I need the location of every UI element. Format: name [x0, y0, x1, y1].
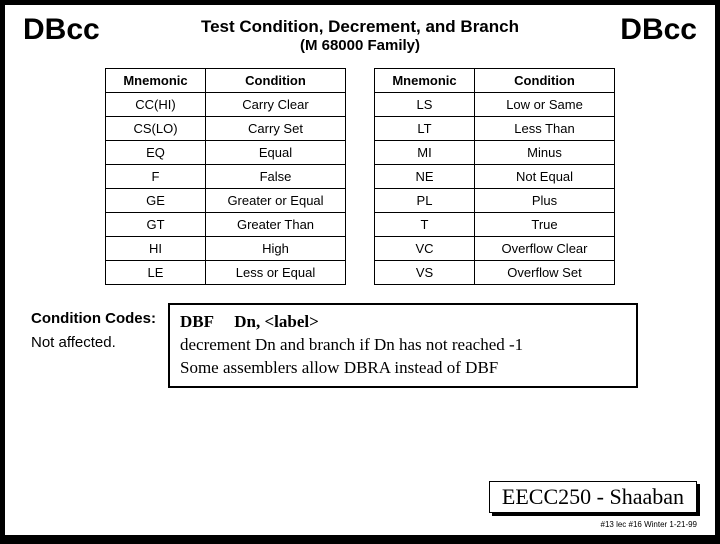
- cell-mnemonic: LE: [106, 261, 206, 285]
- mnemonic-left: DBcc: [23, 13, 100, 47]
- condition-table-left: Mnemonic Condition CC(HI)Carry Clear CS(…: [105, 68, 346, 285]
- cell-condition: Not Equal: [475, 165, 615, 189]
- table-header-row: Mnemonic Condition: [106, 69, 346, 93]
- cell-condition: False: [206, 165, 346, 189]
- cell-mnemonic: VC: [375, 237, 475, 261]
- cell-mnemonic: GT: [106, 213, 206, 237]
- cell-condition: Greater Than: [206, 213, 346, 237]
- table-row: MIMinus: [375, 141, 615, 165]
- table-row: TTrue: [375, 213, 615, 237]
- header-condition: Condition: [475, 69, 615, 93]
- cell-condition: Greater or Equal: [206, 189, 346, 213]
- footer-text: EECC250 - Shaaban: [502, 484, 684, 509]
- table-row: HIHigh: [106, 237, 346, 261]
- cell-mnemonic: F: [106, 165, 206, 189]
- cell-condition: Minus: [475, 141, 615, 165]
- table-row: LSLow or Same: [375, 93, 615, 117]
- cell-condition: Carry Clear: [206, 93, 346, 117]
- cell-mnemonic: LT: [375, 117, 475, 141]
- table-row: GEGreater or Equal: [106, 189, 346, 213]
- cell-mnemonic: CS(LO): [106, 117, 206, 141]
- cell-condition: Carry Set: [206, 117, 346, 141]
- table-row: LELess or Equal: [106, 261, 346, 285]
- cell-condition: Plus: [475, 189, 615, 213]
- slide-page: DBcc Test Condition, Decrement, and Bran…: [4, 4, 716, 536]
- table-header-row: Mnemonic Condition: [375, 69, 615, 93]
- footer-box: EECC250 - Shaaban: [489, 481, 697, 513]
- header-mnemonic: Mnemonic: [375, 69, 475, 93]
- table-row: LTLess Than: [375, 117, 615, 141]
- cell-mnemonic: CC(HI): [106, 93, 206, 117]
- cell-mnemonic: VS: [375, 261, 475, 285]
- table-row: VSOverflow Set: [375, 261, 615, 285]
- table-row: CC(HI)Carry Clear: [106, 93, 346, 117]
- cell-mnemonic: HI: [106, 237, 206, 261]
- condition-codes-labels: Condition Codes: Not affected.: [31, 303, 168, 355]
- cell-condition: Less Than: [475, 117, 615, 141]
- note-line-2: decrement Dn and branch if Dn has not re…: [180, 334, 626, 357]
- title-block: Test Condition, Decrement, and Branch (M…: [100, 13, 621, 54]
- header-condition: Condition: [206, 69, 346, 93]
- page-title: Test Condition, Decrement, and Branch: [100, 17, 621, 37]
- cell-mnemonic: MI: [375, 141, 475, 165]
- cell-condition: Low or Same: [475, 93, 615, 117]
- table-row: GTGreater Than: [106, 213, 346, 237]
- cell-condition: Overflow Clear: [475, 237, 615, 261]
- cell-condition: Equal: [206, 141, 346, 165]
- table-row: NENot Equal: [375, 165, 615, 189]
- cell-mnemonic: NE: [375, 165, 475, 189]
- cell-mnemonic: T: [375, 213, 475, 237]
- table-row: FFalse: [106, 165, 346, 189]
- cell-condition: Less or Equal: [206, 261, 346, 285]
- table-row: PLPlus: [375, 189, 615, 213]
- cell-condition: Overflow Set: [475, 261, 615, 285]
- cc-label: Condition Codes:: [31, 307, 156, 331]
- mnemonic-right: DBcc: [620, 13, 697, 47]
- cell-mnemonic: EQ: [106, 141, 206, 165]
- condition-codes-row: Condition Codes: Not affected. DBF Dn, <…: [5, 303, 715, 388]
- note-line-1: DBF Dn, <label>: [180, 311, 626, 334]
- note-box: DBF Dn, <label> decrement Dn and branch …: [168, 303, 638, 388]
- cell-mnemonic: LS: [375, 93, 475, 117]
- cell-condition: True: [475, 213, 615, 237]
- header: DBcc Test Condition, Decrement, and Bran…: [5, 5, 715, 54]
- table-row: EQEqual: [106, 141, 346, 165]
- table-row: VCOverflow Clear: [375, 237, 615, 261]
- cell-mnemonic: GE: [106, 189, 206, 213]
- cell-condition: High: [206, 237, 346, 261]
- table-row: CS(LO)Carry Set: [106, 117, 346, 141]
- cell-mnemonic: PL: [375, 189, 475, 213]
- tables-row: Mnemonic Condition CC(HI)Carry Clear CS(…: [5, 68, 715, 285]
- note-args: Dn, <label>: [234, 312, 319, 331]
- note-opcode: DBF: [180, 311, 230, 334]
- cc-value: Not affected.: [31, 331, 156, 355]
- page-subtitle: (M 68000 Family): [100, 37, 621, 54]
- condition-table-right: Mnemonic Condition LSLow or Same LTLess …: [374, 68, 615, 285]
- footer-tiny: #13 lec #16 Winter 1-21-99: [601, 520, 698, 529]
- header-mnemonic: Mnemonic: [106, 69, 206, 93]
- note-line-3: Some assemblers allow DBRA instead of DB…: [180, 357, 626, 380]
